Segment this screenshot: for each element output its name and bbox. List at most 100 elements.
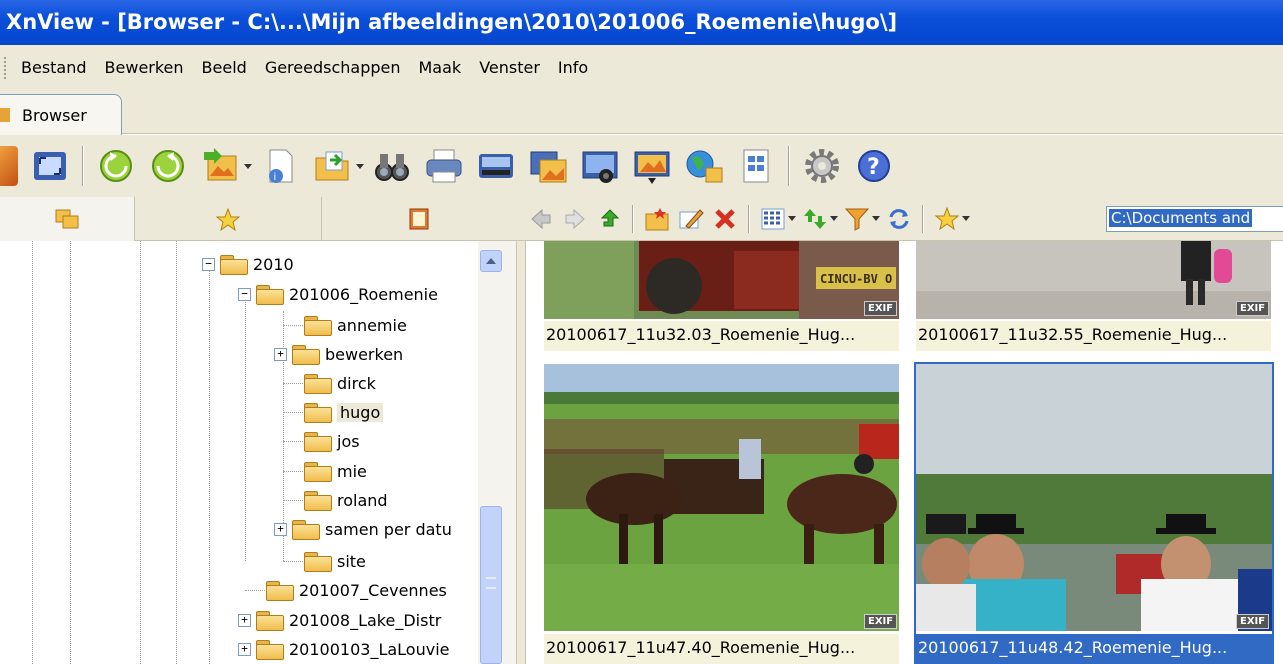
convert-dropdown-icon[interactable] [244,163,252,169]
thumbnail-view[interactable]: CINCU-BV O EXIF 20100617_11u32.03_Roemen… [527,241,1283,664]
tree-connector [245,590,265,591]
window-title: XnView - [Browser - C:\...\Mijn afbeeldi… [6,10,898,34]
filter-icon[interactable] [844,206,870,232]
tree-node-label: 201006_Roemenie [289,284,438,304]
tree-node-201008-lake-district[interactable]: + 201008_Lake_Distr [238,606,441,634]
scroll-up-button[interactable] [480,250,502,272]
sort-dropdown-icon[interactable] [830,216,838,221]
document-tab-bar: Browser [0,90,1283,135]
browser-tab-icon [0,108,10,122]
web-page-icon[interactable] [684,146,724,186]
tree-connector [283,412,303,413]
tree-node-site[interactable]: site [303,547,366,575]
tree-node-jos[interactable]: jos [303,427,360,455]
tree-node-201007-cevennes[interactable]: 201007_Cevennes [265,576,447,604]
menu-grip[interactable] [4,56,8,79]
rotate-right-icon[interactable] [148,146,188,186]
tree-node-samen-per-datum[interactable]: + samen per datu [274,515,452,543]
menu-venster[interactable]: Venster [470,58,549,77]
sort-icon[interactable] [802,206,828,232]
thumbnail-item-selected[interactable]: EXIF 20100617_11u48.42_Roemenie_Hug... [914,362,1274,664]
tree-node-dirck[interactable]: dirck [303,369,376,397]
tree-guide-line [140,241,141,664]
screenshot-icon[interactable] [580,146,620,186]
tab-favorites[interactable] [135,197,322,241]
folders-tab-icon [55,209,79,229]
tree-guide-line [70,241,71,664]
thumbnail-image [916,241,1271,319]
expand-toggle[interactable]: + [274,522,287,536]
svg-text:i: i [274,172,277,183]
back-icon[interactable] [528,206,554,232]
tree-node-hugo[interactable]: hugo [303,398,384,426]
tree-connector [283,561,303,562]
tab-browser[interactable]: Browser [0,94,122,135]
panel-splitter[interactable] [516,241,526,664]
print-icon[interactable] [424,146,464,186]
refresh-icon[interactable] [886,206,912,232]
collapse-toggle[interactable]: − [238,287,251,301]
thumbnail-item[interactable]: EXIF 20100617_11u32.55_Roemenie_Hug... [916,241,1271,351]
menu-maak[interactable]: Maak [410,58,471,77]
tree-node-20100103-lalouviere[interactable]: + 20100103_LaLouvie [238,635,449,663]
menu-gereedschappen[interactable]: Gereedschappen [256,58,410,77]
export-dropdown-icon[interactable] [356,163,364,169]
forward-icon[interactable] [562,206,588,232]
thumbnail-item[interactable]: EXIF 20100617_11u47.40_Roemenie_Hug... [544,364,899,664]
menu-info[interactable]: Info [549,58,597,77]
tree-scrollbar[interactable] [478,241,516,664]
tree-node-201006-roemenie[interactable]: − 201006_Roemenie [238,280,438,308]
rotate-left-icon[interactable] [96,146,136,186]
folder-icon [303,373,332,394]
help-icon[interactable]: ? [854,146,894,186]
favorite-star-icon[interactable] [934,206,960,232]
settings-icon[interactable] [802,146,842,186]
expand-toggle[interactable]: + [238,613,251,627]
file-info-icon[interactable]: i [260,146,300,186]
menu-bewerken[interactable]: Bewerken [96,58,193,77]
tree-node-mie[interactable]: mie [303,457,367,485]
convert-icon[interactable] [200,146,240,186]
rename-icon[interactable] [678,206,704,232]
delete-icon[interactable] [712,206,738,232]
thumbnail-caption: 20100617_11u32.03_Roemenie_Hug... [544,321,899,351]
fullscreen-icon[interactable] [0,146,18,186]
thumbnail-caption: 20100617_11u47.40_Roemenie_Hug... [544,634,899,664]
folder-tree[interactable]: − 2010 − 201006_Roemenie annemie + bewer… [0,241,478,664]
menu-bestand[interactable]: Bestand [12,58,96,77]
scroll-thumb[interactable] [480,506,502,664]
tree-node-label: samen per datu [325,519,452,539]
view-mode-icon[interactable] [760,206,786,232]
tree-connector [283,500,303,501]
tree-node-2010[interactable]: − 2010 [202,250,294,278]
tree-node-roland[interactable]: roland [303,486,388,514]
view-mode-dropdown-icon[interactable] [788,216,796,221]
fit-window-icon[interactable] [30,146,70,186]
tree-node-label: 20100103_LaLouvie [289,639,450,659]
find-icon[interactable] [372,146,412,186]
window-title-bar[interactable]: XnView - [Browser - C:\...\Mijn afbeeldi… [0,0,1283,45]
collapse-toggle[interactable]: − [202,257,215,271]
export-icon[interactable] [312,146,352,186]
path-input[interactable]: C:\Documents and [1106,206,1283,232]
scan-icon[interactable] [476,146,516,186]
contact-sheet-icon[interactable] [736,146,776,186]
thumbnail-caption: 20100617_11u48.42_Roemenie_Hug... [916,634,1272,664]
up-icon[interactable] [596,206,622,232]
new-folder-icon[interactable] [644,206,670,232]
batch-icon[interactable] [528,146,568,186]
favorite-dropdown-icon[interactable] [962,216,970,221]
tree-node-bewerken[interactable]: + bewerken [274,340,403,368]
tab-categories[interactable] [322,197,516,241]
folder-icon [303,461,332,482]
expand-toggle[interactable]: + [238,642,251,656]
filter-dropdown-icon[interactable] [872,216,880,221]
tree-node-annemie[interactable]: annemie [303,311,407,339]
slideshow-icon[interactable] [632,146,672,186]
tree-node-label: annemie [337,315,407,335]
expand-toggle[interactable]: + [274,347,287,361]
tree-guide-line [32,241,33,664]
menu-beeld[interactable]: Beeld [193,58,256,77]
tab-folders[interactable] [0,197,135,241]
thumbnail-item[interactable]: CINCU-BV O EXIF 20100617_11u32.03_Roemen… [544,241,899,351]
